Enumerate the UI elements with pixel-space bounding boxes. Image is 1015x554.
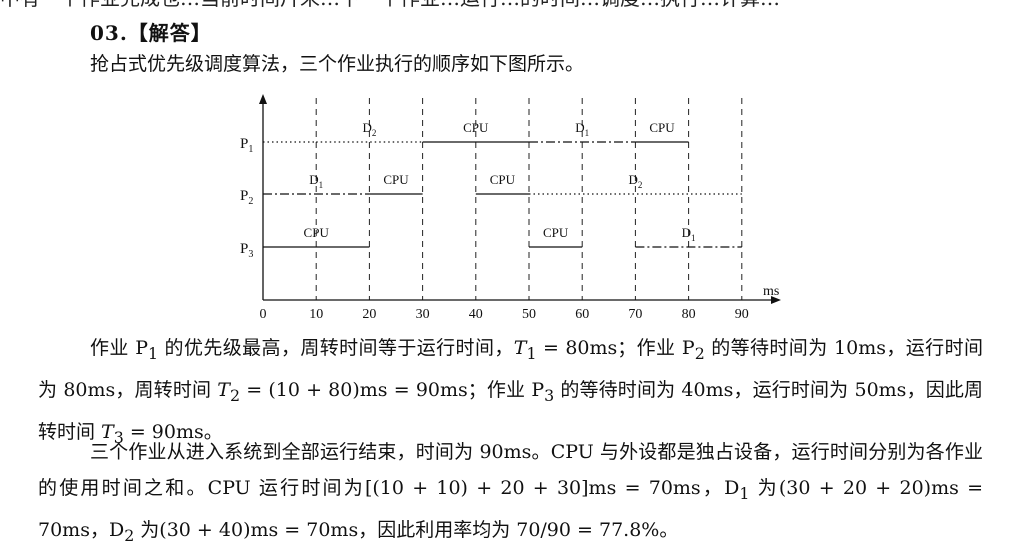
grid-lines bbox=[315, 98, 743, 300]
segment-label: CPU bbox=[383, 172, 409, 187]
p1-sub-1: 1 bbox=[148, 343, 159, 363]
answer-heading: 03.【解答】 bbox=[90, 21, 212, 45]
p2-sub-d1: 1 bbox=[739, 483, 750, 503]
p2-sub-d2: 2 bbox=[124, 525, 135, 545]
segment-label: CPU bbox=[490, 172, 516, 187]
paragraph-utilization: 三个作业从进入系统到全部运行结束，时间为 90ms。CPU 与外设都是独占设备，… bbox=[38, 434, 983, 554]
p1-sub-p3: 3 bbox=[544, 385, 555, 405]
p1-text-7: = (10 + 80)ms = 90ms；作业 P bbox=[240, 378, 545, 401]
x-tick-label: 50 bbox=[522, 307, 536, 322]
segment-label: CPU bbox=[543, 225, 569, 240]
p2-text-3: 为(30 + 40)ms = 70ms，因此利用率均为 70/90 = 77.8… bbox=[134, 518, 679, 541]
row-label-p2: P2 bbox=[240, 188, 253, 207]
p1-var-t2: T bbox=[217, 378, 230, 401]
x-tick-label: 30 bbox=[416, 307, 430, 322]
p1-text-1: 作业 P bbox=[90, 337, 149, 359]
x-tick-label: 20 bbox=[362, 307, 376, 322]
scheduling-gantt-chart: D2 CPU D1 CPUD1 CPU CPU D2CPU CPU D1 0 10 20 30 40 50… bbox=[240, 94, 781, 322]
p1-sub-t1: 1 bbox=[526, 343, 537, 363]
row-labels: P1 P2 P3 bbox=[240, 136, 253, 260]
p1-text-2: 的优先级最高，周转时间等于运行时间， bbox=[158, 337, 514, 359]
x-tick-label: 40 bbox=[469, 307, 483, 322]
x-tick-label: 80 bbox=[682, 307, 696, 322]
row-label-p1: P1 bbox=[240, 136, 253, 155]
y-axis-arrow-icon bbox=[259, 94, 267, 104]
x-tick-label: 60 bbox=[575, 307, 589, 322]
segment-label: CPU bbox=[304, 225, 330, 240]
p1-sub-p2: 2 bbox=[694, 343, 705, 363]
segment-label: CPU bbox=[649, 120, 675, 135]
segment-label: CPU bbox=[463, 120, 489, 135]
p1-sub-t2: 2 bbox=[229, 385, 241, 405]
p1-var-t1: T bbox=[513, 337, 527, 359]
x-tick-label: 90 bbox=[735, 307, 749, 322]
job-segments: D2 CPU D1 CPUD1 CPU CPU D2CPU CPU D1 bbox=[263, 120, 742, 248]
x-tick-label: 70 bbox=[628, 307, 642, 322]
x-tick-label: 0 bbox=[260, 307, 267, 322]
row-label-p3: P3 bbox=[240, 241, 253, 260]
intro-sentence: 抢占式优先级调度算法，三个作业执行的顺序如下图所示。 bbox=[90, 53, 585, 75]
axes bbox=[259, 94, 781, 304]
x-tick-label: 10 bbox=[309, 307, 323, 322]
x-unit-label: ms bbox=[763, 284, 779, 299]
p1-text-4: = 80ms；作业 P bbox=[536, 337, 695, 359]
segment-label: D1 bbox=[682, 225, 696, 243]
cropped-top-line: 中有一个作业完成也…当前时间片未…下一个作业…运行…的时间…调度…执行…计算… bbox=[0, 0, 1015, 10]
x-tick-labels: 0 10 20 30 40 50 60 70 80 90 bbox=[260, 307, 749, 322]
